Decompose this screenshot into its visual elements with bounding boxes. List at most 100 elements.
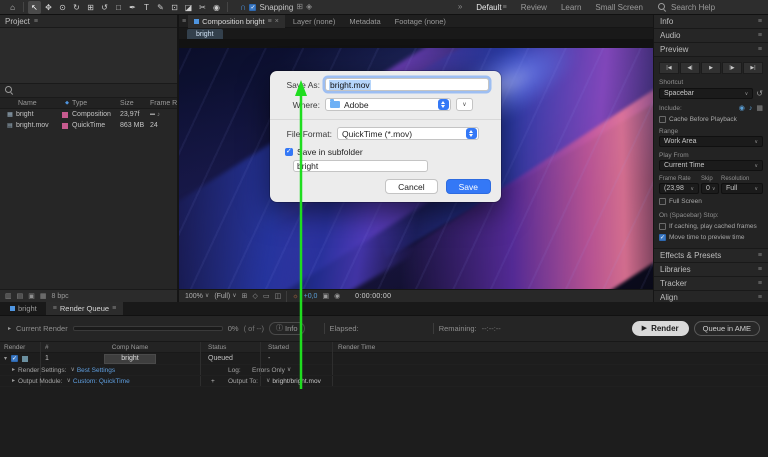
mask-visibility-icon[interactable]: ◇: [253, 293, 258, 300]
snap-option-grid-icon[interactable]: ⊞: [296, 3, 303, 11]
workspace-overflow-icon[interactable]: »: [458, 3, 462, 11]
label-color-swatch[interactable]: [62, 123, 68, 129]
add-output-module-button[interactable]: +: [211, 378, 215, 385]
queue-in-ame-button[interactable]: Queue in AME: [694, 321, 760, 336]
puppet-pin-tool-icon[interactable]: ◉: [210, 1, 223, 14]
pan-behind-tool-icon[interactable]: ⊞: [84, 1, 97, 14]
tab-footage[interactable]: Footage (none): [389, 15, 452, 28]
include-audio-icon[interactable]: ♪: [749, 105, 753, 112]
roto-brush-tool-icon[interactable]: ✂: [196, 1, 209, 14]
label-column-icon[interactable]: ◆: [62, 101, 72, 106]
region-of-interest-icon[interactable]: ▭: [263, 293, 270, 300]
snap-option-feature-icon[interactable]: ◈: [306, 3, 312, 11]
frame-rate-select[interactable]: (23,98: [659, 183, 699, 194]
expand-sheet-button[interactable]: ∨: [456, 98, 473, 111]
log-value[interactable]: Errors Only: [252, 367, 285, 374]
column-comp-name[interactable]: Comp Name: [60, 344, 200, 351]
current-render-disclosure-icon[interactable]: ▸: [8, 326, 11, 332]
column-type[interactable]: Type: [72, 100, 120, 107]
selection-tool-icon[interactable]: ↖: [28, 1, 41, 14]
column-render[interactable]: Render: [0, 344, 40, 351]
panel-menu-icon[interactable]: ≡: [758, 46, 762, 53]
preview-panel-header[interactable]: Preview ≡: [654, 43, 768, 57]
where-select[interactable]: Adobe: [325, 98, 451, 111]
tab-composition-bright[interactable]: Composition bright ≡ ×: [188, 15, 285, 28]
panel-menu-icon[interactable]: ≡: [758, 266, 762, 273]
reset-icon[interactable]: ↺: [756, 90, 763, 98]
show-snapshot-icon[interactable]: ◉: [334, 293, 340, 300]
zoom-tool-icon[interactable]: ⊙: [56, 1, 69, 14]
cache-before-playback-checkbox[interactable]: [659, 116, 666, 123]
color-depth-label[interactable]: 8 bpc: [52, 293, 69, 300]
grid-options-icon[interactable]: ⊞: [242, 293, 248, 300]
audio-panel-header[interactable]: Audio ≡: [654, 29, 768, 43]
pen-tool-icon[interactable]: ✒: [126, 1, 139, 14]
if-caching-checkbox[interactable]: [659, 223, 666, 230]
workspace-menu-icon[interactable]: ≡: [503, 4, 507, 11]
file-format-select[interactable]: QuickTime (*.mov): [337, 127, 479, 140]
search-help-input[interactable]: Search Help: [658, 3, 762, 12]
render-queue-row[interactable]: ▾ 1 bright Queued -: [0, 353, 768, 365]
column-index[interactable]: #: [40, 344, 60, 351]
move-time-checkbox[interactable]: [659, 234, 666, 241]
panel-menu-icon[interactable]: ≡: [758, 280, 762, 287]
play-from-select[interactable]: Current Time: [659, 160, 763, 171]
project-row-bright[interactable]: ▦ bright Composition 23,97f ▬ ♪: [0, 109, 177, 120]
chevron-down-icon[interactable]: ∨: [266, 378, 270, 384]
workspace-default[interactable]: Default: [476, 3, 501, 12]
project-column-headers[interactable]: Name ◆ Type Size Frame Ra: [0, 98, 177, 109]
tab-timeline-bright[interactable]: bright: [3, 302, 44, 315]
panel-menu-icon[interactable]: ≡: [758, 252, 762, 259]
row-disclosure-icon[interactable]: ▾: [4, 356, 7, 362]
tab-menu-icon[interactable]: ≡: [112, 305, 116, 312]
render-item-checkbox[interactable]: [11, 355, 18, 362]
rotation-tool-icon[interactable]: ↺: [98, 1, 111, 14]
project-panel-header[interactable]: Project ≡: [0, 15, 177, 28]
save-button[interactable]: Save: [446, 179, 491, 194]
orbit-tool-icon[interactable]: ↻: [70, 1, 83, 14]
panel-menu-icon[interactable]: ≡: [53, 305, 57, 312]
tab-close-icon[interactable]: ×: [275, 18, 279, 25]
workspace-small-screen[interactable]: Small Screen: [595, 3, 643, 12]
render-settings-value[interactable]: Best Settings: [77, 367, 115, 374]
label-color-swatch[interactable]: [22, 356, 28, 362]
info-panel-header[interactable]: Info ≡: [654, 15, 768, 29]
snapping-checkbox[interactable]: [249, 4, 256, 11]
chevron-down-icon[interactable]: ∨: [70, 367, 74, 373]
project-row-bright-mov[interactable]: ▤ bright.mov QuickTime 863 MB 24: [0, 120, 177, 131]
panel-menu-icon[interactable]: ≡: [34, 18, 38, 25]
skip-select[interactable]: 0: [701, 183, 719, 194]
tab-layer[interactable]: Layer (none): [287, 15, 342, 28]
panel-menu-icon[interactable]: ≡: [758, 294, 762, 301]
resolution-select[interactable]: (Full) ∨: [214, 293, 236, 300]
label-color-swatch[interactable]: [62, 112, 68, 118]
snapping-label[interactable]: Snapping: [259, 3, 293, 12]
clone-stamp-tool-icon[interactable]: ⊡: [168, 1, 181, 14]
include-overlays-icon[interactable]: ▦: [756, 105, 763, 112]
queue-column-headers[interactable]: Render # Comp Name Status Started Render…: [0, 342, 768, 353]
workspace-learn[interactable]: Learn: [561, 3, 581, 12]
chevron-down-icon[interactable]: ∨: [287, 367, 291, 373]
eraser-tool-icon[interactable]: ◪: [182, 1, 195, 14]
shape-tool-icon[interactable]: □: [112, 1, 125, 14]
group-disclosure-icon[interactable]: ▸: [12, 378, 15, 384]
libraries-panel-header[interactable]: Libraries ≡: [654, 263, 768, 277]
comp-breadcrumb-bright[interactable]: bright: [187, 29, 223, 39]
tab-menu-icon[interactable]: ≡: [268, 18, 272, 25]
hand-tool-icon[interactable]: ✥: [42, 1, 55, 14]
cancel-button[interactable]: Cancel: [385, 179, 437, 194]
render-button[interactable]: ▶ Render: [632, 321, 689, 336]
output-module-value[interactable]: Custom: QuickTime: [73, 378, 130, 385]
play-button[interactable]: ▶: [701, 62, 721, 74]
column-name[interactable]: Name: [4, 100, 62, 107]
filename-input[interactable]: bright.mov: [325, 78, 489, 91]
chevron-down-icon[interactable]: ∨: [66, 378, 70, 384]
new-composition-icon[interactable]: ▦: [40, 293, 47, 300]
preview-resolution-select[interactable]: Full: [721, 183, 763, 194]
column-started[interactable]: Started: [260, 344, 332, 351]
transparency-grid-icon[interactable]: ◫: [275, 293, 282, 300]
take-snapshot-icon[interactable]: ▣: [322, 293, 329, 300]
shortcut-select[interactable]: Spacebar: [659, 88, 753, 99]
tab-metadata[interactable]: Metadata: [343, 15, 386, 28]
full-screen-checkbox[interactable]: [659, 198, 666, 205]
